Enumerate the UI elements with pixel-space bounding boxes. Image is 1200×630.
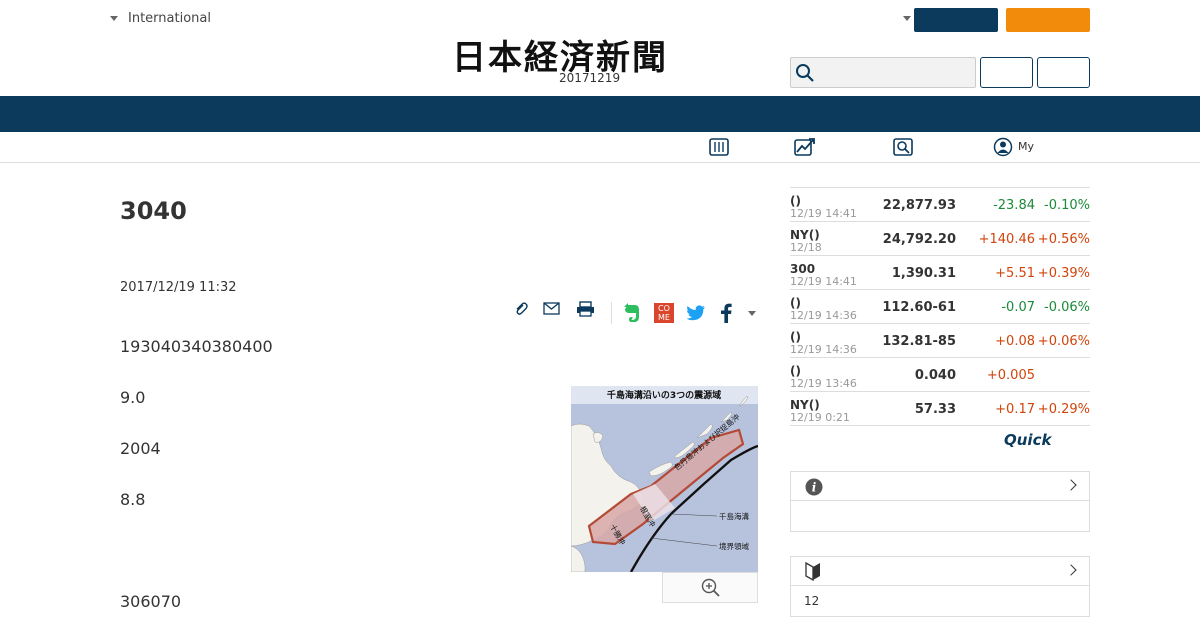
search-icon	[796, 64, 814, 82]
map-title: 千島海溝沿いの3つの震源域	[607, 389, 721, 401]
market-change: +0.08	[995, 334, 1035, 349]
market-value: 24,792.20	[882, 232, 956, 247]
info-icon: i	[805, 478, 823, 496]
article-paragraph: 193040340380400	[120, 337, 273, 356]
zoom-button[interactable]	[662, 572, 758, 603]
beginner-box: 12	[790, 556, 1090, 617]
info-box: i	[790, 471, 1090, 532]
market-change-percent: -0.10%	[1044, 198, 1090, 213]
market-value: 0.040	[914, 368, 956, 383]
beginner-mark-icon	[805, 561, 820, 581]
main-nav-bar	[0, 96, 1200, 132]
facebook-icon[interactable]	[720, 303, 732, 323]
twitter-icon[interactable]	[686, 305, 706, 321]
subscribe-button[interactable]	[1006, 8, 1090, 32]
market-time: 12/18	[790, 241, 822, 254]
mail-icon[interactable]	[543, 302, 560, 315]
market-row[interactable]: () 12/19 14:36 132.81-85 +0.08 +0.06%	[790, 324, 1090, 358]
market-change: -0.07	[1001, 300, 1035, 315]
my-page-link[interactable]: My	[1018, 140, 1034, 153]
info-box-body	[791, 501, 1089, 531]
region-selector[interactable]: International	[110, 11, 211, 26]
market-value: 1,390.31	[891, 266, 956, 281]
market-row[interactable]: NY() 12/19 0:21 57.33 +0.17 +0.29%	[790, 392, 1090, 426]
market-value: 57.33	[914, 402, 956, 417]
market-change: +140.46	[978, 232, 1035, 247]
market-row[interactable]: NY() 12/18 24,792.20 +140.46 +0.56%	[790, 222, 1090, 256]
market-name: ()	[790, 364, 801, 378]
market-name: 300	[790, 262, 816, 276]
quick-logo[interactable]: Quick	[1004, 431, 1051, 449]
article-paragraph: 9.0	[120, 388, 146, 407]
divider	[611, 302, 612, 324]
market-change-percent: +0.56%	[1037, 232, 1090, 247]
svg-text:i: i	[812, 481, 817, 495]
map-label-boundary: 境界領域	[719, 541, 749, 551]
market-row[interactable]: 300 12/19 14:41 1,390.31 +5.51 +0.39%	[790, 256, 1090, 290]
market-row[interactable]: () 12/19 14:36 112.60-61 -0.07 -0.06%	[790, 290, 1090, 324]
header-button-1[interactable]	[980, 57, 1033, 88]
search-panel-icon[interactable]	[893, 138, 913, 156]
article-paragraph: 306070	[120, 592, 182, 611]
market-value: 22,877.93	[882, 198, 956, 213]
market-change-percent: -0.06%	[1044, 300, 1090, 315]
market-time: 12/19 14:36	[790, 309, 857, 322]
chevron-right-icon	[1065, 479, 1077, 491]
market-time: 12/19 14:36	[790, 343, 857, 356]
comemo-icon[interactable]: CO ME	[654, 303, 674, 323]
market-change: -23.84	[993, 198, 1035, 213]
edition-date: 20171219	[559, 71, 621, 85]
article-paragraph: 2004	[120, 439, 161, 458]
region-label: International	[128, 11, 211, 26]
map-label-trench: 千島海溝	[719, 511, 749, 521]
beginner-box-body: 12	[804, 594, 820, 608]
market-value: 112.60-61	[882, 300, 956, 315]
market-row[interactable]: () 12/19 13:46 0.040 +0.005	[790, 358, 1090, 392]
article-date: 2017/12/19 11:32	[120, 280, 237, 295]
user-icon[interactable]	[993, 137, 1013, 157]
info-box-header[interactable]: i	[791, 472, 1089, 501]
article-title: 3040	[120, 197, 187, 225]
search-input[interactable]	[790, 57, 976, 88]
chevron-right-icon	[1065, 564, 1077, 576]
market-time: 12/19 0:21	[790, 411, 850, 424]
market-time: 12/19 14:41	[790, 275, 857, 288]
seismic-zone-map[interactable]: 千島海溝沿いの3つの震源域 色丹島沖および択捉島沖 根室沖 十勝沖 千島海溝 境…	[571, 386, 758, 572]
market-value: 132.81-85	[882, 334, 956, 349]
market-name: NY()	[790, 398, 820, 412]
market-time: 12/19 14:41	[790, 207, 857, 220]
print-icon[interactable]	[576, 301, 595, 317]
market-time: 12/19 13:46	[790, 377, 857, 390]
article-paragraph: 8.8	[120, 490, 146, 509]
market-change-percent: +0.29%	[1037, 402, 1090, 417]
evernote-icon[interactable]	[623, 303, 641, 323]
market-change-percent: +0.39%	[1037, 266, 1090, 281]
header-button-2[interactable]	[1037, 57, 1090, 88]
newspaper-icon[interactable]	[709, 138, 729, 156]
market-name: ()	[790, 296, 801, 310]
login-button[interactable]	[914, 8, 998, 32]
chart-icon[interactable]	[794, 137, 816, 157]
market-change: +5.51	[995, 266, 1035, 281]
market-name: NY()	[790, 228, 820, 242]
market-change: +0.17	[995, 402, 1035, 417]
market-change-percent: +0.06%	[1037, 334, 1090, 349]
zoom-in-icon	[701, 578, 720, 597]
clip-icon[interactable]	[513, 301, 529, 317]
chevron-down-icon[interactable]	[903, 16, 911, 21]
market-name: ()	[790, 330, 801, 344]
market-change: +0.005	[986, 368, 1035, 383]
market-row[interactable]: () 12/19 14:41 22,877.93 -23.84 -0.10%	[790, 188, 1090, 222]
chevron-down-icon[interactable]	[748, 311, 756, 316]
market-name: ()	[790, 194, 801, 208]
beginner-box-header[interactable]	[791, 557, 1089, 586]
chevron-down-icon	[110, 16, 118, 21]
